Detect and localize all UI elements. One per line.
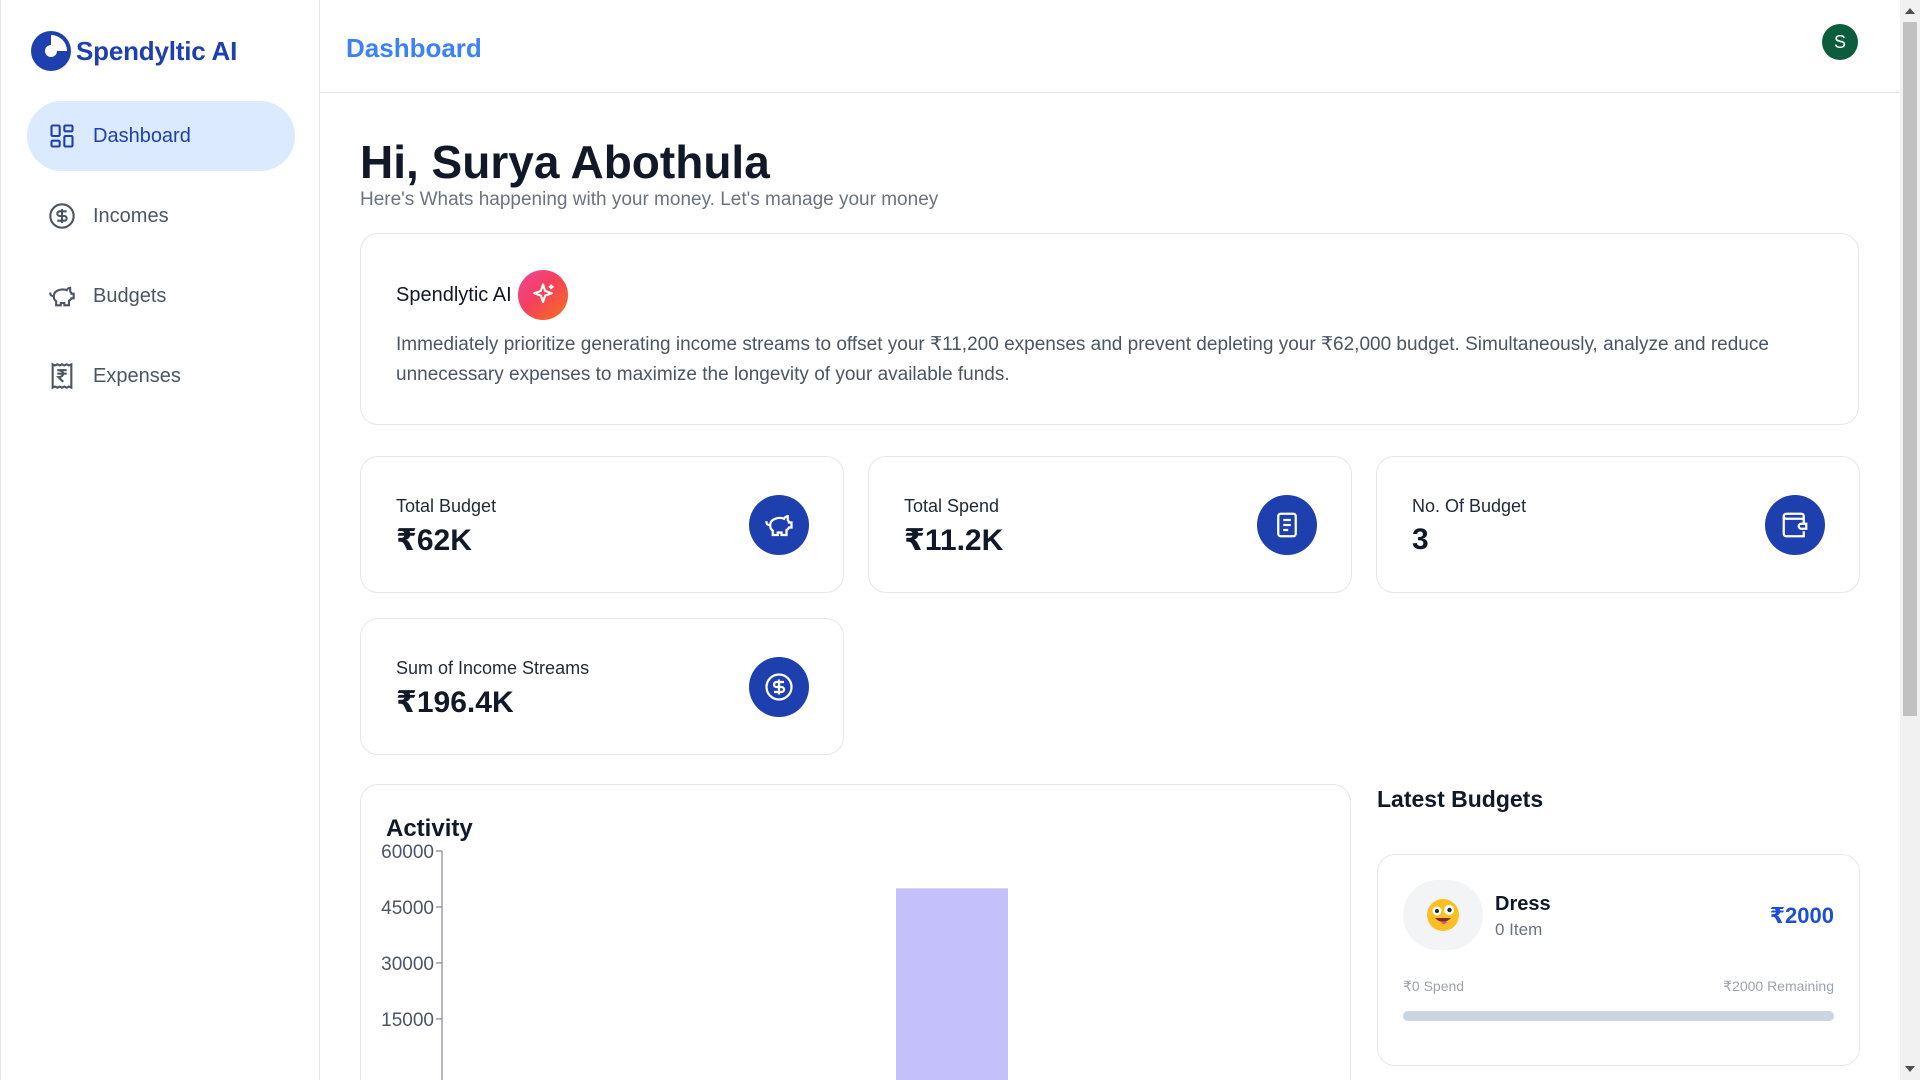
dollar-circle-icon <box>749 657 809 717</box>
dollar-circle-icon <box>47 201 77 231</box>
avatar[interactable]: S <box>1822 24 1858 60</box>
sidebar-item-budgets[interactable]: Budgets <box>27 261 295 331</box>
ai-card-text: Immediately prioritize generating income… <box>396 334 1769 385</box>
sidebar-item-expenses[interactable]: Expenses <box>27 341 295 411</box>
budget-emoji-icon <box>1403 880 1483 950</box>
sidebar-item-label: Expenses <box>93 364 181 387</box>
wallet-icon <box>1765 495 1825 555</box>
logo-pie-icon <box>31 31 71 71</box>
stat-value: ₹11.2K <box>904 524 1004 557</box>
logo-text: Spendyltic AI <box>76 35 238 66</box>
receipt-rupee-icon <box>47 361 77 391</box>
ai-card-title: Spendlytic AI <box>396 283 512 306</box>
budget-spend: ₹0 Spend <box>1403 978 1465 994</box>
y-tick-label: 30000 <box>381 954 434 975</box>
sparkles-icon <box>517 270 568 320</box>
scrollbar-thumb[interactable] <box>1903 22 1917 716</box>
logo[interactable]: Spendyltic AI <box>30 30 237 72</box>
stat-label: No. Of Budget <box>1412 496 1527 516</box>
scroll-down-arrow-icon[interactable] <box>1905 1066 1915 1072</box>
activity-chart-card: Activity 60000 45000 30000 15000 <box>360 784 1351 1080</box>
top-header: Dashboard S <box>320 0 1900 93</box>
ai-card-header: Spendlytic AI <box>396 270 568 320</box>
app-window: Spendyltic AI Dashboard Incomes Budgets <box>0 0 1920 1080</box>
budget-amount: ₹2000 <box>1769 903 1834 928</box>
sidebar-item-label: Dashboard <box>93 124 191 147</box>
stat-card-total-spend: Total Spend ₹11.2K <box>868 456 1352 593</box>
stat-value: ₹62K <box>396 524 472 557</box>
stat-value: ₹196.4K <box>396 686 514 719</box>
sidebar-nav: Dashboard Incomes Budgets Expenses <box>27 101 295 421</box>
y-tick-label: 15000 <box>381 1010 434 1031</box>
y-tick-label: 45000 <box>381 898 434 919</box>
budget-progress-bar <box>1403 1011 1834 1021</box>
stat-card-total-budget: Total Budget ₹62K <box>360 456 844 593</box>
subtitle: Here's Whats happening with your money. … <box>360 189 939 210</box>
sidebar-item-incomes[interactable]: Incomes <box>27 181 295 251</box>
receipt-icon <box>1257 495 1317 555</box>
sidebar-item-label: Incomes <box>93 204 169 227</box>
budget-name: Dress <box>1495 893 1551 915</box>
stat-label: Total Budget <box>396 496 497 516</box>
stat-value: 3 <box>1412 523 1429 556</box>
stat-label: Total Spend <box>904 496 1000 516</box>
sidebar-item-label: Budgets <box>93 284 167 307</box>
vertical-scrollbar[interactable] <box>1900 0 1920 1080</box>
sidebar: Spendyltic AI Dashboard Incomes Budgets <box>0 0 320 1080</box>
stat-label: Sum of Income Streams <box>396 658 590 678</box>
layout-grid-icon <box>47 121 77 151</box>
sidebar-item-dashboard[interactable]: Dashboard <box>27 101 295 171</box>
budget-card-dress[interactable]: Dress 0 Item ₹2000 ₹0 Spend ₹2000 Remain… <box>1377 854 1860 1066</box>
activity-bar[interactable] <box>896 888 1008 1080</box>
stat-card-income-streams: Sum of Income Streams ₹196.4K <box>360 618 844 755</box>
y-tick-label: 60000 <box>381 842 434 863</box>
piggy-bank-icon <box>47 281 77 311</box>
piggy-bank-icon <box>749 495 809 555</box>
latest-budgets-title: Latest Budgets <box>1377 786 1544 812</box>
ai-insight-card: Spendlytic AI Immediately prioritize gen… <box>360 233 1859 425</box>
scroll-up-arrow-icon[interactable] <box>1905 8 1915 14</box>
budget-item-count: 0 Item <box>1495 920 1543 939</box>
budget-remaining: ₹2000 Remaining <box>1723 978 1834 994</box>
activity-bar-chart: 60000 45000 30000 15000 <box>381 842 1008 1080</box>
page-title: Dashboard <box>346 33 482 63</box>
greeting: Hi, Surya Abothula <box>360 136 770 188</box>
stat-card-budget-count: No. Of Budget 3 <box>1376 456 1860 593</box>
